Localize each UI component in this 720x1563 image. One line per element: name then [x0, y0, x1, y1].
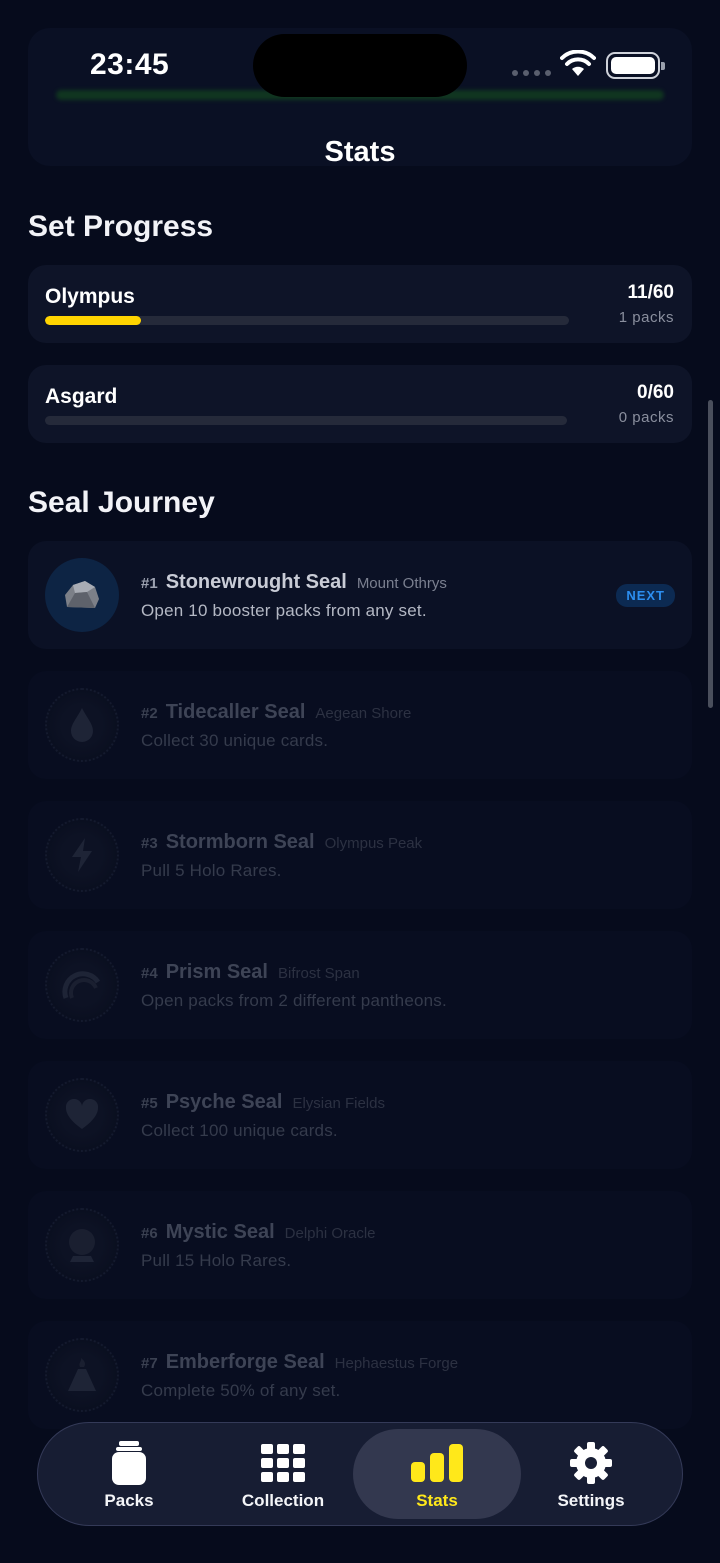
seal-medal [45, 1338, 119, 1412]
set-name: Asgard [45, 385, 118, 408]
grid-icon [261, 1444, 305, 1482]
set-packs-count: 1 packs [618, 309, 674, 326]
tab-collection[interactable]: Collection [199, 1429, 367, 1519]
seal-card-psyche[interactable]: #5 Psyche Seal Elysian Fields Collect 10… [28, 1061, 692, 1169]
seal-medal [45, 1078, 119, 1152]
scrollbar[interactable] [708, 400, 713, 708]
seal-name: Stonewrought Seal [165, 571, 347, 593]
seal-number: #7 [141, 1355, 158, 1372]
seal-journey-heading: Seal Journey [28, 486, 215, 519]
dynamic-island [253, 34, 467, 97]
set-progress-track [45, 316, 569, 325]
bar-chart-icon [411, 1444, 463, 1482]
tab-label: Settings [557, 1491, 625, 1510]
set-card-count: 11/60 [627, 282, 675, 303]
seal-location: Hephaestus Forge [334, 1355, 459, 1372]
seal-medal [45, 1208, 119, 1282]
next-badge: NEXT [616, 584, 675, 607]
seal-name: Psyche Seal [165, 1091, 283, 1113]
seal-medal [45, 948, 119, 1022]
seal-card-tidecaller[interactable]: #2 Tidecaller Seal Aegean Shore Collect … [28, 671, 692, 779]
seal-number: #4 [141, 965, 158, 982]
set-packs-count: 0 packs [618, 409, 674, 426]
seal-number: #3 [141, 835, 158, 852]
seal-card-stormborn[interactable]: #3 Stormborn Seal Olympus Peak Pull 5 Ho… [28, 801, 692, 909]
tab-label: Collection [241, 1491, 325, 1510]
page-title: Stats [324, 136, 396, 168]
seal-name: Mystic Seal [165, 1221, 275, 1243]
seal-location: Aegean Shore [315, 705, 412, 722]
seal-requirement: Collect 30 unique cards. [141, 731, 329, 750]
seal-number: #2 [141, 705, 158, 722]
seal-medal [45, 558, 119, 632]
crystal-ball-icon [69, 1229, 95, 1262]
stone-icon [65, 581, 99, 608]
seal-card-prism[interactable]: #4 Prism Seal Bifrost Span Open packs fr… [28, 931, 692, 1039]
tab-packs[interactable]: Packs [45, 1429, 213, 1519]
set-progress-heading: Set Progress [28, 210, 214, 243]
seal-name: Emberforge Seal [165, 1351, 325, 1373]
seal-name: Prism Seal [165, 961, 268, 983]
seal-requirement: Pull 5 Holo Rares. [141, 861, 282, 880]
set-progress-bar [45, 316, 141, 325]
tab-settings[interactable]: Settings [507, 1429, 675, 1519]
tab-label: Packs [104, 1491, 154, 1510]
seal-name: Stormborn Seal [165, 831, 315, 853]
seal-medal [45, 818, 119, 892]
tab-label: Stats [416, 1491, 458, 1510]
seal-location: Delphi Oracle [284, 1225, 376, 1242]
seal-requirement: Complete 50% of any set. [141, 1381, 341, 1400]
seal-name: Tidecaller Seal [165, 701, 306, 723]
seal-medal [45, 688, 119, 762]
status-bar: 23:45 [0, 0, 720, 120]
seal-card-emberforge[interactable]: #7 Emberforge Seal Hephaestus Forge Comp… [28, 1321, 692, 1429]
seal-card-stonewrought[interactable]: #1 Stonewrought Seal Mount Othrys Open 1… [28, 541, 692, 649]
seal-requirement: Collect 100 unique cards. [141, 1121, 338, 1140]
seal-requirement: Open packs from 2 different pantheons. [141, 991, 447, 1010]
seal-location: Elysian Fields [292, 1095, 385, 1112]
seal-requirement: Open 10 booster packs from any set. [141, 601, 427, 620]
rainbow-icon [62, 971, 101, 999]
lightning-icon [72, 838, 92, 872]
water-drop-icon [71, 708, 93, 742]
cellular-signal-icon [512, 70, 551, 76]
seal-card-mystic[interactable]: #6 Mystic Seal Delphi Oracle Pull 15 Hol… [28, 1191, 692, 1299]
set-progress-card-olympus[interactable]: Olympus 11/60 1 packs [28, 265, 692, 343]
gear-icon [570, 1442, 612, 1484]
battery-icon [606, 52, 665, 79]
status-time: 23:45 [90, 48, 170, 81]
seal-location: Bifrost Span [277, 965, 360, 982]
set-name: Olympus [45, 285, 135, 308]
seal-number: #6 [141, 1225, 158, 1242]
heart-icon [65, 1099, 99, 1129]
seal-location: Olympus Peak [324, 835, 423, 852]
wifi-icon [560, 50, 596, 76]
pack-icon [112, 1441, 146, 1485]
tab-bar: Packs Collection Stats Settings [37, 1422, 683, 1526]
volcano-icon [68, 1358, 96, 1391]
seal-location: Mount Othrys [356, 575, 447, 592]
tab-stats[interactable]: Stats [353, 1429, 521, 1519]
set-progress-track [45, 416, 567, 425]
seal-number: #1 [141, 575, 158, 592]
seal-requirement: Pull 15 Holo Rares. [141, 1251, 292, 1270]
set-card-count: 0/60 [637, 382, 674, 403]
set-progress-card-asgard[interactable]: Asgard 0/60 0 packs [28, 365, 692, 443]
seal-number: #5 [141, 1095, 158, 1112]
